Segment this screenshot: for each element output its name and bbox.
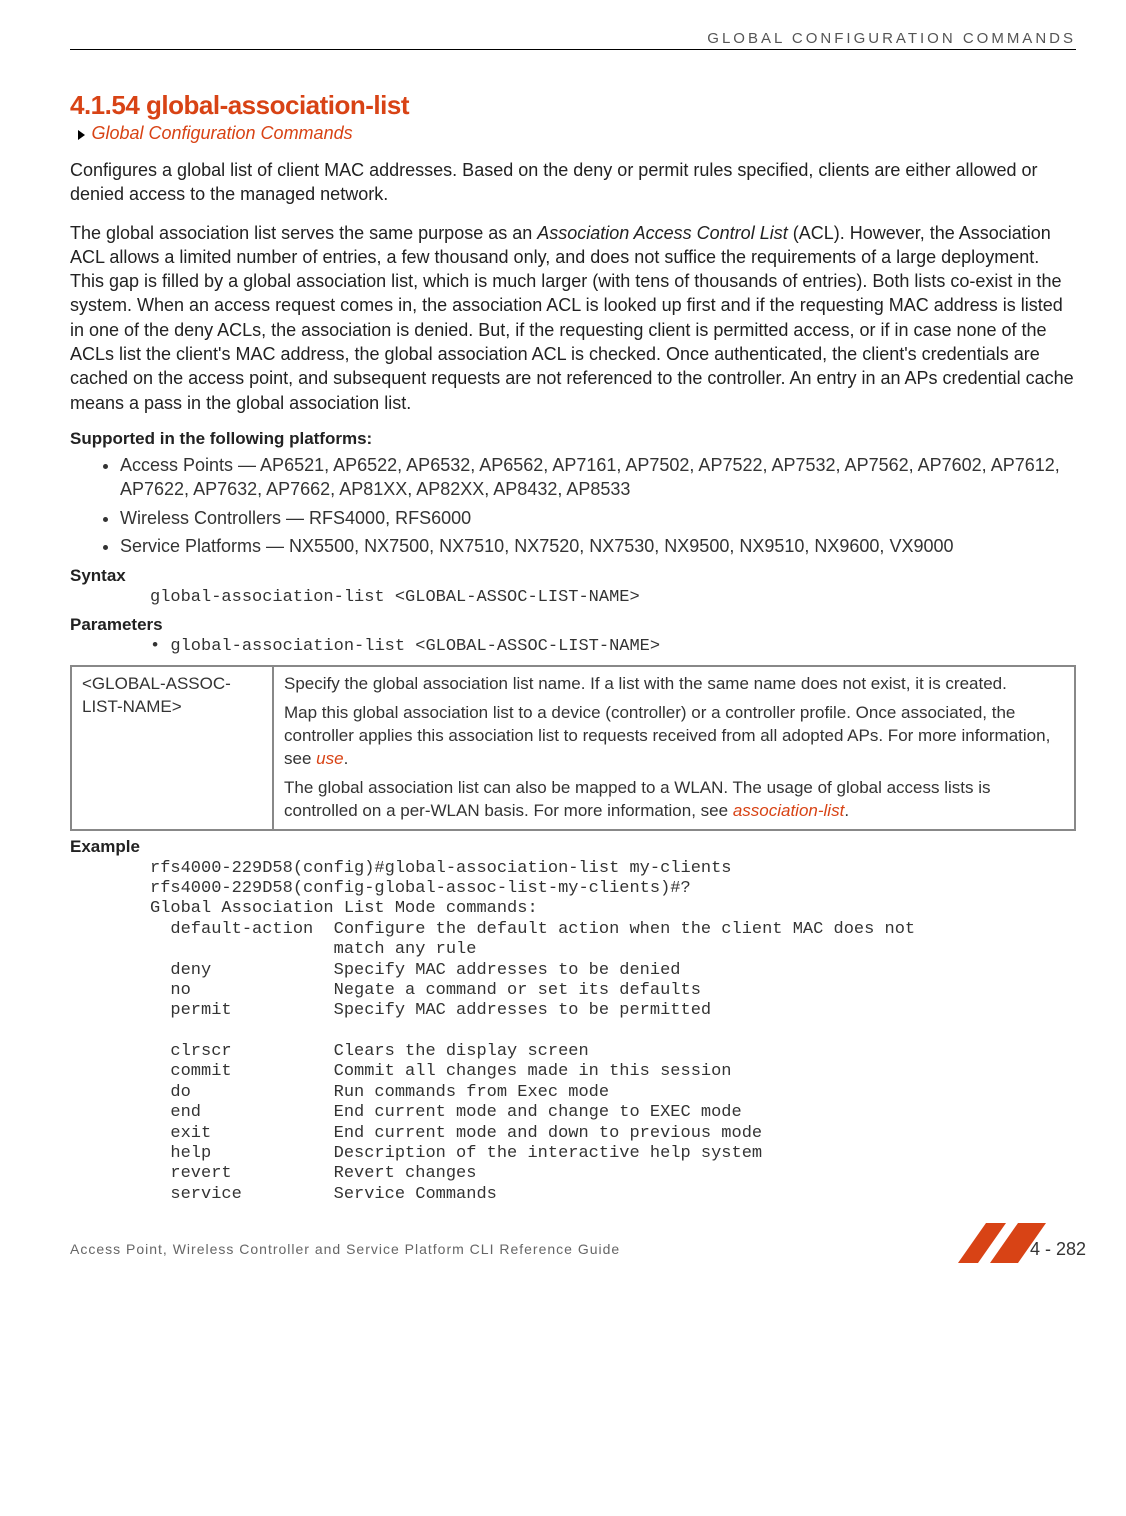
supported-item: Access Points — AP6521, AP6522, AP6532, … <box>120 453 1076 502</box>
syntax-code: global-association-list <GLOBAL-ASSOC-LI… <box>150 588 1076 608</box>
example-heading: Example <box>70 837 1076 857</box>
supported-item: Service Platforms — NX5500, NX7500, NX75… <box>120 534 1076 558</box>
page-number: 4 - 282 <box>1030 1239 1086 1260</box>
param-desc-p3-a: The global association list can also be … <box>284 778 991 820</box>
association-list-link[interactable]: association-list <box>733 801 845 820</box>
table-row: <GLOBAL-ASSOC-LIST-NAME> Specify the glo… <box>71 666 1075 830</box>
syntax-heading: Syntax <box>70 566 1076 586</box>
breadcrumb: Global Configuration Commands <box>78 123 1076 144</box>
brand-logo-icon <box>976 1231 1020 1267</box>
page-footer: Access Point, Wireless Controller and Se… <box>0 1225 1126 1279</box>
param-desc-p3-b: . <box>844 801 849 820</box>
supported-item: Wireless Controllers — RFS4000, RFS6000 <box>120 506 1076 530</box>
param-desc-p2-b: . <box>344 749 349 768</box>
supported-list: Access Points — AP6521, AP6522, AP6532, … <box>70 453 1076 558</box>
p2-italic: Association Access Control List <box>537 223 787 243</box>
p2-text-a: The global association list serves the s… <box>70 223 537 243</box>
use-link[interactable]: use <box>316 749 343 768</box>
parameters-table: <GLOBAL-ASSOC-LIST-NAME> Specify the glo… <box>70 665 1076 831</box>
param-desc-p3: The global association list can also be … <box>284 777 1064 823</box>
param-desc-p1: Specify the global association list name… <box>284 673 1064 696</box>
p2-text-b: (ACL). However, the Association ACL allo… <box>70 223 1074 413</box>
section-title: 4.1.54 global-association-list <box>70 90 1076 121</box>
page-header-category: GLOBAL CONFIGURATION COMMANDS <box>70 30 1076 50</box>
supported-heading: Supported in the following platforms: <box>70 429 1076 449</box>
param-desc-cell: Specify the global association list name… <box>273 666 1075 830</box>
param-desc-p2: Map this global association list to a de… <box>284 702 1064 771</box>
footer-guide-title: Access Point, Wireless Controller and Se… <box>70 1241 620 1257</box>
intro-paragraph-1: Configures a global list of client MAC a… <box>70 158 1076 207</box>
parameters-heading: Parameters <box>70 615 1076 635</box>
parameters-usage-line: global-association-list <GLOBAL-ASSOC-LI… <box>150 637 1076 657</box>
breadcrumb-arrow-icon <box>78 130 85 140</box>
example-code: rfs4000-229D58(config)#global-associatio… <box>150 859 1076 1206</box>
param-desc-p2-a: Map this global association list to a de… <box>284 703 1050 768</box>
breadcrumb-link[interactable]: Global Configuration Commands <box>91 123 352 143</box>
param-name-cell: <GLOBAL-ASSOC-LIST-NAME> <box>71 666 273 830</box>
intro-paragraph-2: The global association list serves the s… <box>70 221 1076 415</box>
